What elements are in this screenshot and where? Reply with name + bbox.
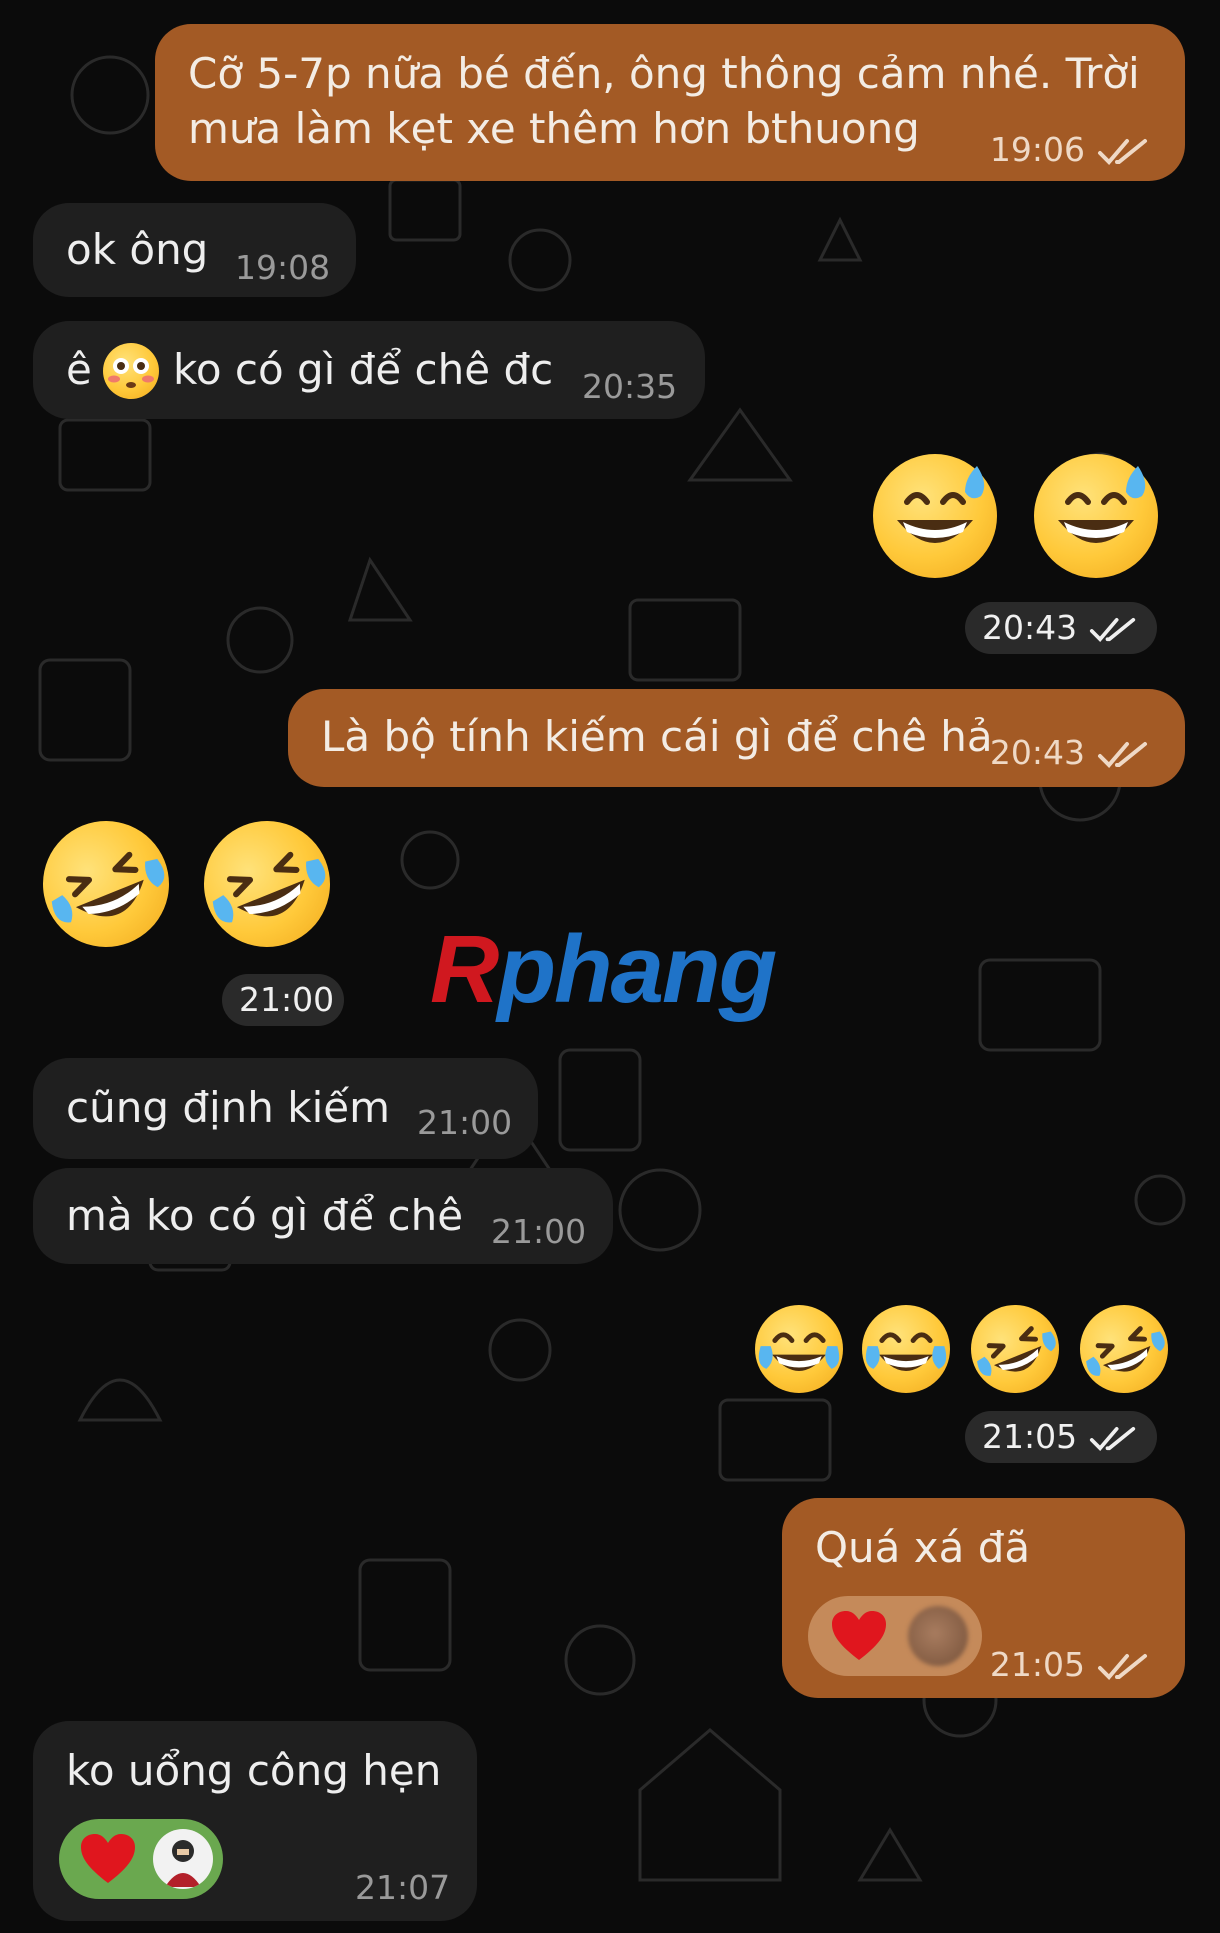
message-text: Là bộ tính kiếm cái gì để chê hả bbox=[321, 712, 993, 761]
message-text: ok ông bbox=[66, 225, 209, 274]
message-meta: 19:06 bbox=[990, 130, 1149, 170]
rolling-on-floor-laughing-icon[interactable] bbox=[23, 801, 189, 967]
grinning-sweat-icon[interactable] bbox=[1034, 454, 1158, 578]
message-meta: 20:43 bbox=[965, 602, 1157, 654]
reactor-avatar bbox=[908, 1606, 968, 1666]
message-time: 20:43 bbox=[989, 733, 1085, 772]
double-check-icon bbox=[1090, 617, 1136, 642]
double-check-icon bbox=[1098, 741, 1147, 768]
message-text: ê bbox=[66, 345, 92, 394]
message-text-line: Cỡ 5-7p nữa bé đến, ông thông cảm nhé. T… bbox=[188, 49, 1140, 98]
watermark-rest: phang bbox=[497, 916, 777, 1023]
red-heart-icon bbox=[81, 1834, 135, 1883]
message-time: 19:08 bbox=[235, 248, 331, 287]
message-bubble-incoming[interactable]: cũng định kiếm 21:00 bbox=[33, 1058, 538, 1159]
flushed-face-icon bbox=[103, 343, 159, 399]
rolling-on-floor-laughing-icon[interactable] bbox=[184, 801, 350, 967]
message-text: ko có gì để chê đc bbox=[173, 345, 554, 394]
message-time: 20:35 bbox=[582, 367, 678, 406]
message-bubble-outgoing[interactable]: Quá xá đã 21:05 bbox=[782, 1498, 1185, 1698]
message-text: cũng định kiếm bbox=[66, 1083, 391, 1132]
reactor-avatar bbox=[153, 1829, 213, 1889]
message-time: 21:00 bbox=[491, 1212, 587, 1251]
message-bubble-outgoing[interactable]: Là bộ tính kiếm cái gì để chê hả 20:43 bbox=[288, 689, 1185, 787]
message-text-line: mưa làm kẹt xe thêm hơn bthuong bbox=[188, 104, 920, 153]
message-time: 21:00 bbox=[222, 974, 344, 1026]
message-text: ko uổng công hẹn bbox=[66, 1746, 442, 1795]
grinning-sweat-icon[interactable] bbox=[873, 454, 997, 578]
message-text: Quá xá đã bbox=[815, 1523, 1031, 1572]
double-check-icon bbox=[1090, 1426, 1136, 1451]
message-meta: 21:05 bbox=[965, 1411, 1157, 1463]
message-time: 21:05 bbox=[989, 1645, 1085, 1684]
watermark-logo: Rphang bbox=[430, 915, 777, 1025]
rolling-on-floor-laughing-icon[interactable] bbox=[1066, 1291, 1182, 1407]
red-heart-icon bbox=[832, 1611, 886, 1660]
message-time: 21:05 bbox=[982, 1417, 1078, 1456]
message-meta: 21:05 bbox=[990, 1645, 1149, 1685]
message-bubble-incoming[interactable]: ok ông 19:08 bbox=[33, 203, 356, 297]
double-check-icon bbox=[1098, 138, 1147, 165]
double-check-icon bbox=[1098, 1653, 1147, 1680]
message-bubble-incoming[interactable]: mà ko có gì để chê 21:00 bbox=[33, 1168, 613, 1264]
message-time: 21:00 bbox=[417, 1103, 513, 1142]
message-time: 19:06 bbox=[989, 130, 1085, 169]
rolling-on-floor-laughing-icon[interactable] bbox=[957, 1291, 1073, 1407]
chat-screen: Rphang Cỡ 5-7p nữa bé đến, ông thông cảm… bbox=[0, 0, 1220, 1933]
tears-of-joy-icon[interactable] bbox=[862, 1305, 950, 1393]
reaction-pill[interactable] bbox=[808, 1596, 982, 1676]
message-bubble-incoming[interactable]: ê ko có gì để chê đc 20:35 bbox=[33, 321, 705, 419]
message-time: 20:43 bbox=[982, 608, 1078, 647]
message-time: 21:07 bbox=[355, 1868, 451, 1907]
message-bubble-incoming[interactable]: ko uổng công hẹn 21:07 bbox=[33, 1721, 477, 1921]
reaction-pill[interactable] bbox=[59, 1819, 223, 1899]
tears-of-joy-icon[interactable] bbox=[755, 1305, 843, 1393]
message-meta: 20:43 bbox=[990, 733, 1149, 773]
message-text: mà ko có gì để chê bbox=[66, 1191, 464, 1240]
message-bubble-outgoing[interactable]: Cỡ 5-7p nữa bé đến, ông thông cảm nhé. T… bbox=[155, 24, 1185, 181]
watermark-first: R bbox=[430, 916, 499, 1023]
